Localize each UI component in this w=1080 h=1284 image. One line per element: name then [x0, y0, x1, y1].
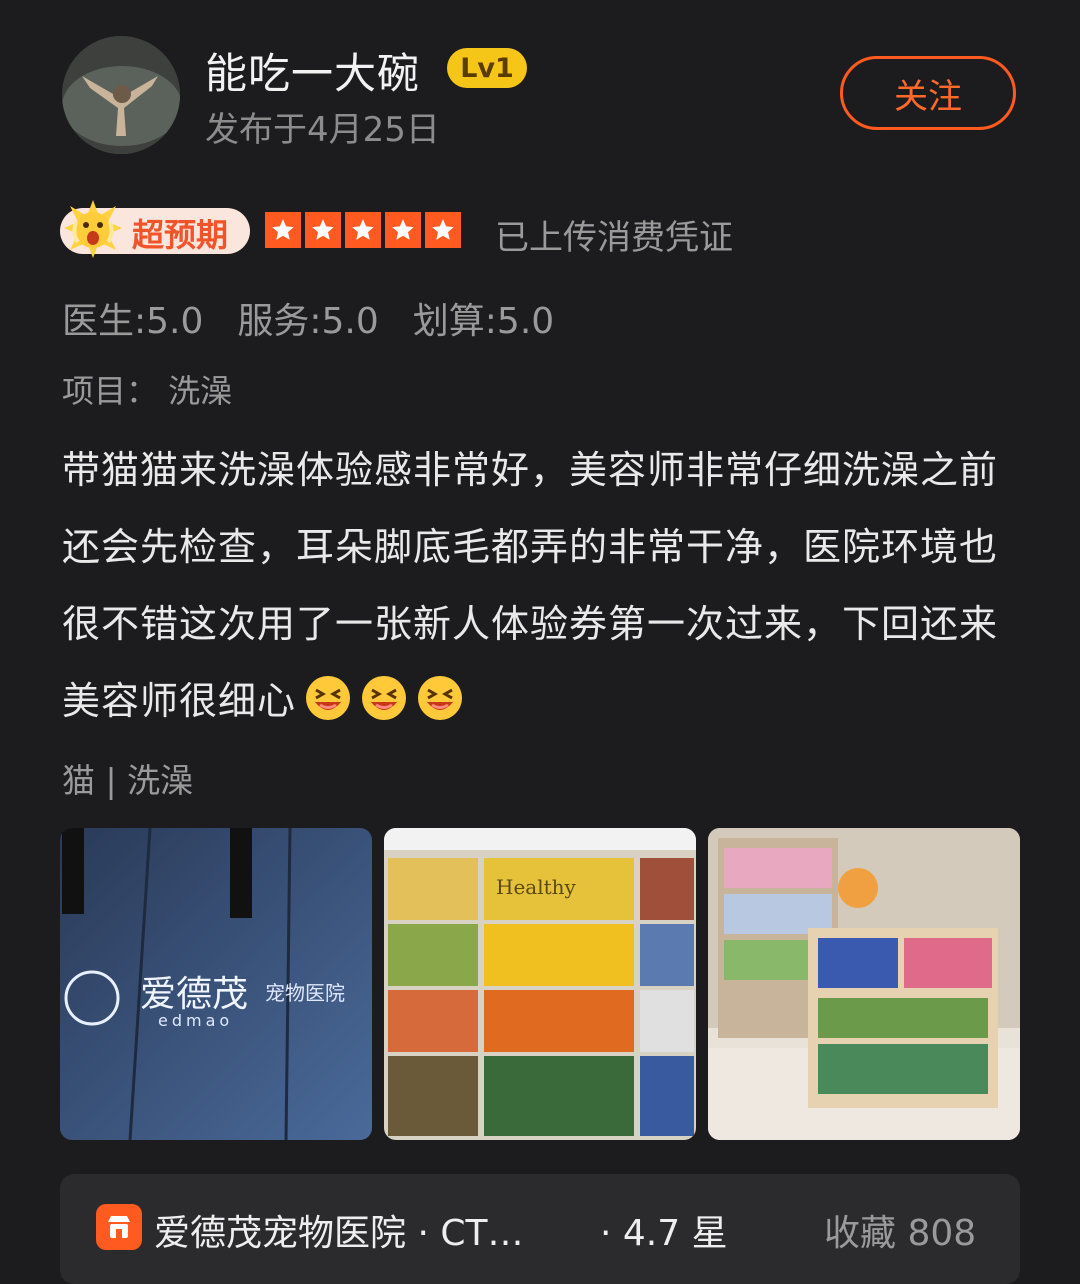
username[interactable]: 能吃一大碗 — [205, 40, 420, 101]
score-doctor: 医生:5.0 — [62, 301, 204, 342]
star-icon — [345, 212, 381, 248]
star-icon — [305, 212, 341, 248]
laughing-face-icon — [304, 671, 352, 720]
voucher-status: 已上传消费凭证 — [495, 218, 733, 258]
star-icon — [385, 212, 421, 248]
star-icon — [265, 212, 301, 248]
shop-icon — [96, 1204, 142, 1250]
rating-badge-label: 超预期 — [132, 216, 229, 254]
project-label: 项目： 洗澡 — [62, 372, 233, 410]
star-icon — [425, 212, 461, 248]
photo-storefront-sign[interactable]: 爱德茂 宠物医院 edmao — [60, 828, 372, 1140]
shelf-brand-text: Healthy — [496, 875, 577, 899]
shocked-face-icon — [62, 198, 124, 260]
score-value: 划算:5.0 — [412, 301, 555, 342]
laughing-face-icon — [416, 671, 464, 720]
shop-name[interactable]: 爱德茂宠物医院 · CT… — [154, 1204, 523, 1256]
score-service: 服务:5.0 — [237, 301, 379, 342]
avatar[interactable] — [62, 36, 180, 154]
publish-date: 发布于4月25日 — [205, 110, 440, 150]
follow-button[interactable]: 关注 — [840, 56, 1016, 130]
level-badge: Lv1 — [447, 48, 527, 88]
star-rating — [265, 212, 461, 248]
shop-favorites[interactable]: 收藏 808 — [824, 1204, 976, 1256]
shop-rating: · 4.7 星 — [600, 1213, 728, 1254]
review-body: 带猫猫来洗澡体验感非常好，美容师非常仔细洗澡之前还会先检查，耳朵脚底毛都弄的非常… — [62, 448, 999, 723]
photo-store-interior[interactable] — [708, 828, 1020, 1140]
review-tags[interactable]: 猫 | 洗澡 — [62, 754, 193, 802]
review-text[interactable]: 带猫猫来洗澡体验感非常好，美容师非常仔细洗澡之前还会先检查，耳朵脚底毛都弄的非常… — [62, 432, 1022, 740]
sign-text: 爱德茂 — [140, 974, 248, 1015]
laughing-face-icon — [360, 671, 408, 720]
sub-scores: 医生:5.0 服务:5.0 划算:5.0 — [62, 292, 554, 344]
sign-latin: edmao — [158, 1011, 233, 1030]
sign-subtext: 宠物医院 — [265, 981, 345, 1005]
photo-food-shelf[interactable]: Healthy — [384, 828, 696, 1140]
